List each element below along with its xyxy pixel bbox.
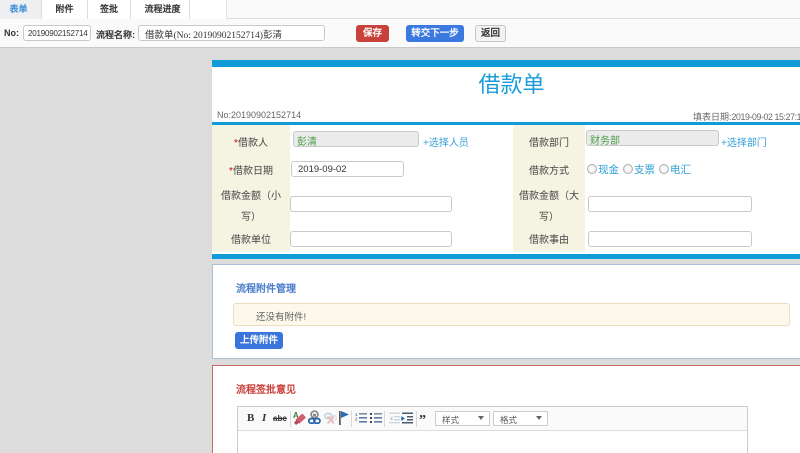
svg-text:2: 2	[355, 416, 358, 421]
